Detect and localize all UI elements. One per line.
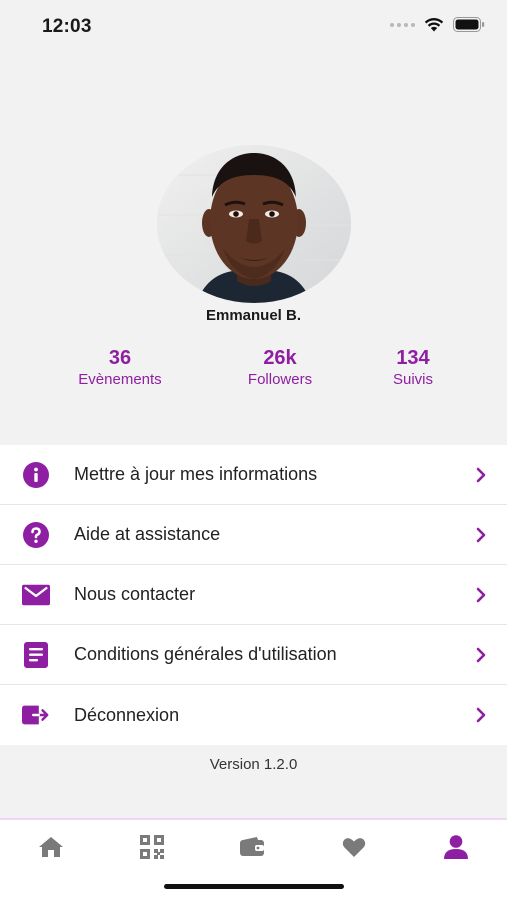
qr-code-icon — [140, 835, 164, 859]
stat-followers[interactable]: 26k Followers — [210, 347, 350, 390]
chevron-right-icon — [476, 467, 486, 483]
menu-item-label: Mettre à jour mes informations — [74, 464, 318, 484]
app-version: Version 1.2.0 — [209, 756, 298, 773]
stat-events-label: Evènements — [78, 371, 162, 388]
profile-name: Emmanuel B. — [205, 307, 302, 324]
stat-followers-label: Followers — [247, 371, 313, 388]
stat-events-value: 36 — [108, 347, 132, 369]
menu-item-terms[interactable]: Conditions générales d'utilisation — [0, 625, 507, 685]
stat-following-label: Suivis — [392, 371, 433, 388]
tab-home[interactable] — [31, 832, 71, 862]
help-icon — [22, 522, 50, 548]
heart-icon — [342, 837, 366, 857]
tab-favorites[interactable] — [334, 832, 374, 862]
settings-menu: Mettre à jour mes informations Aide at a… — [0, 445, 507, 745]
chevron-right-icon — [476, 587, 486, 603]
status-bar: 12:03 — [0, 0, 507, 50]
chevron-right-icon — [476, 647, 486, 663]
menu-item-label: Aide at assistance — [74, 524, 221, 544]
cellular-signal-icon — [390, 22, 415, 27]
chevron-right-icon — [476, 527, 486, 543]
menu-item-logout[interactable]: Déconnexion — [0, 685, 507, 745]
stat-following[interactable]: 134 Suivis — [343, 347, 483, 390]
stat-events[interactable]: 36 Evènements — [50, 347, 190, 390]
menu-item-update-info[interactable]: Mettre à jour mes informations — [0, 445, 507, 505]
status-time: 12:03 — [42, 16, 92, 37]
menu-item-label: Conditions générales d'utilisation — [74, 644, 337, 664]
profile-icon — [444, 835, 468, 859]
avatar — [157, 145, 351, 303]
document-icon — [22, 642, 50, 668]
logout-icon — [22, 702, 50, 728]
status-icons — [390, 17, 485, 32]
home-indicator — [164, 884, 344, 889]
home-icon — [39, 837, 63, 857]
menu-item-contact[interactable]: Nous contacter — [0, 565, 507, 625]
battery-icon — [453, 17, 485, 32]
tab-qr-code[interactable] — [132, 832, 172, 862]
menu-item-label: Nous contacter — [74, 584, 196, 604]
mail-icon — [22, 582, 50, 608]
wallet-icon — [240, 837, 264, 856]
chevron-right-icon — [476, 707, 486, 723]
stat-followers-value: 26k — [263, 347, 297, 369]
stat-following-value: 134 — [396, 347, 430, 369]
wifi-icon — [424, 17, 444, 32]
tab-profile[interactable] — [436, 832, 476, 862]
info-icon — [22, 462, 50, 488]
menu-item-help[interactable]: Aide at assistance — [0, 505, 507, 565]
tab-wallet[interactable] — [232, 832, 272, 862]
menu-item-label: Déconnexion — [74, 704, 180, 725]
